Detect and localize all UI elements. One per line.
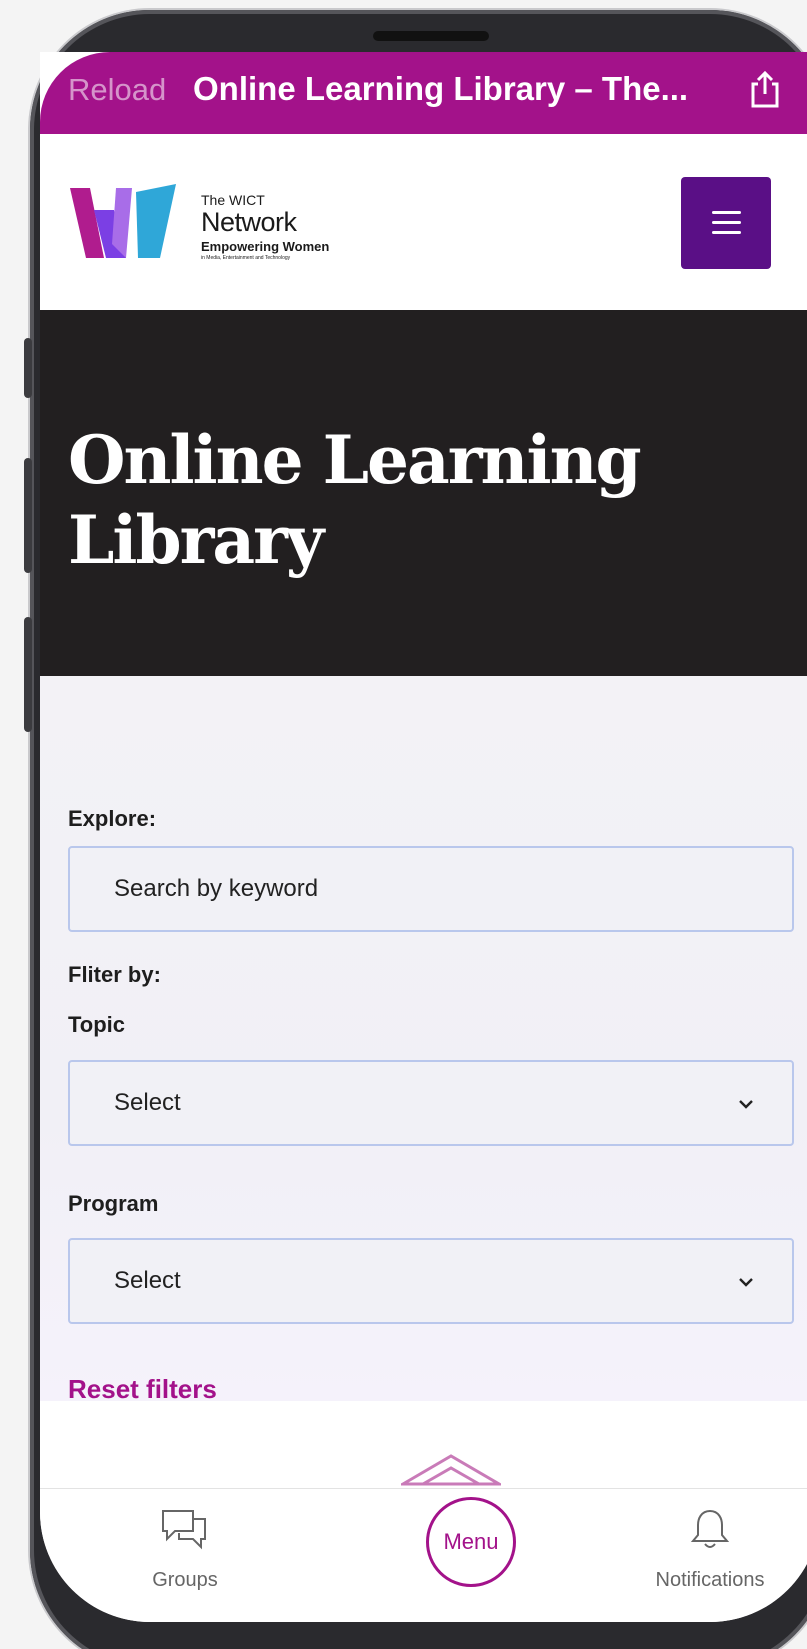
tab-notifications-label: Notifications xyxy=(655,1569,765,1591)
chevron-down-icon xyxy=(739,1100,753,1109)
logo-the: The WICT xyxy=(201,192,265,208)
menu-button[interactable]: Menu xyxy=(426,1497,516,1587)
reload-button[interactable]: Reload xyxy=(68,72,166,108)
program-select-value: Select xyxy=(114,1267,181,1294)
search-input[interactable]: Search by keyword xyxy=(68,846,794,932)
share-icon[interactable] xyxy=(745,70,785,110)
search-placeholder: Search by keyword xyxy=(114,875,319,902)
hero-banner: Online Learning Library xyxy=(40,310,807,676)
logo-network: Network xyxy=(201,207,297,237)
wict-logo-icon[interactable] xyxy=(68,184,178,262)
logo-subtagline: in Media, Entertainment and Technology xyxy=(201,255,291,261)
phone-speaker xyxy=(373,31,489,41)
phone-screen: Reload Online Learning Library – The... … xyxy=(40,52,807,1622)
logo-wordmark[interactable]: The WICT Network Empowering Women in Med… xyxy=(201,192,329,261)
volume-up-button xyxy=(24,458,32,573)
program-label: Program xyxy=(68,1191,159,1216)
hamburger-menu-button[interactable] xyxy=(681,177,771,269)
topic-select-value: Select xyxy=(114,1089,181,1116)
topic-select[interactable]: Select xyxy=(68,1060,794,1146)
chevron-down-icon xyxy=(739,1278,753,1287)
tab-groups-label: Groups xyxy=(152,1569,218,1591)
tab-notifications[interactable]: Notifications xyxy=(640,1507,780,1592)
hero-title: Online Learning Library xyxy=(68,421,642,579)
explore-label: Explore: xyxy=(68,806,157,831)
tab-groups[interactable]: Groups xyxy=(130,1507,240,1592)
bell-icon xyxy=(690,1509,730,1548)
hamburger-line xyxy=(712,211,741,214)
browser-bar: Reload Online Learning Library – The... xyxy=(40,52,807,134)
mute-switch xyxy=(24,338,32,398)
program-select[interactable]: Select xyxy=(68,1238,794,1324)
logo-tagline: Empowering Women xyxy=(201,239,330,254)
filter-by-label: Fliter by: xyxy=(68,962,161,987)
page-title: Online Learning Library – The... xyxy=(193,70,689,107)
chat-bubbles-icon xyxy=(162,1510,206,1550)
reset-filters-link[interactable]: Reset filters xyxy=(68,1374,217,1405)
hamburger-line xyxy=(712,231,741,234)
hamburger-line xyxy=(712,221,741,224)
filters-section: Explore: Search by keyword Fliter by: To… xyxy=(40,676,807,1404)
volume-down-button xyxy=(24,617,32,732)
topic-label: Topic xyxy=(68,1012,126,1037)
chevron-up-icon xyxy=(401,1454,501,1486)
